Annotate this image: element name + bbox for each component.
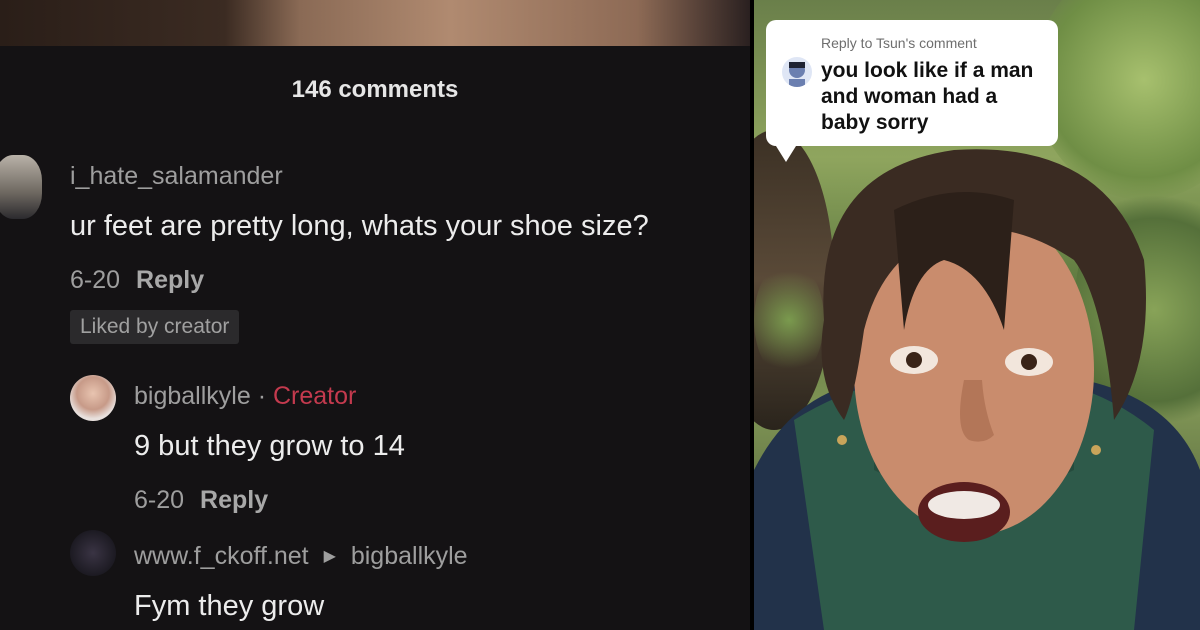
reply-button[interactable]: Reply [200, 486, 268, 514]
comment-text: Fym they grow [134, 590, 325, 622]
reply-comment-bubble[interactable]: Reply to Tsun's comment you look like if… [766, 20, 1058, 162]
reply-comment-text: you look like if a man and woman had a b… [821, 59, 1034, 134]
reply-to-label: Reply to Tsun's comment [821, 35, 977, 51]
comments-screenshot-panel: 146 comments i_hate_salamander ur feet a… [0, 0, 750, 630]
creator-badge: Creator [272, 382, 357, 410]
comment-date: 6-20 [134, 486, 185, 514]
comment-text: ur feet are pretty long, whats your shoe… [70, 210, 649, 242]
comment-date: 6-20 [70, 266, 121, 294]
comment-username[interactable]: i_hate_salamander [70, 162, 283, 191]
comment-meta: 6-20 Reply [134, 486, 268, 515]
username-text[interactable]: bigballkyle [134, 382, 251, 410]
avatar[interactable] [70, 530, 116, 576]
reply-arrow-icon: ▶ [323, 548, 336, 565]
avatar[interactable] [70, 375, 116, 421]
separator-dot: · [257, 382, 267, 410]
comment-meta: 6-20 Reply [70, 266, 204, 295]
commenter-avatar-icon [780, 55, 814, 89]
username-text[interactable]: www.f_ckoff.net [134, 542, 309, 570]
comment-count: 146 comments [291, 76, 459, 103]
reply-button[interactable]: Reply [136, 266, 204, 294]
comment-text: 9 but they grow to 14 [134, 430, 405, 462]
comment-username[interactable]: bigballkyle · Creator [134, 382, 356, 411]
video-reply-panel: Reply to Tsun's comment you look like if… [754, 0, 1200, 630]
reply-to-username[interactable]: bigballkyle [351, 542, 468, 570]
liked-by-creator-badge: Liked by creator [70, 310, 240, 344]
video-strip [0, 0, 750, 46]
avatar[interactable] [0, 155, 42, 219]
comment-username[interactable]: www.f_ckoff.net ▶ bigballkyle [134, 542, 468, 571]
